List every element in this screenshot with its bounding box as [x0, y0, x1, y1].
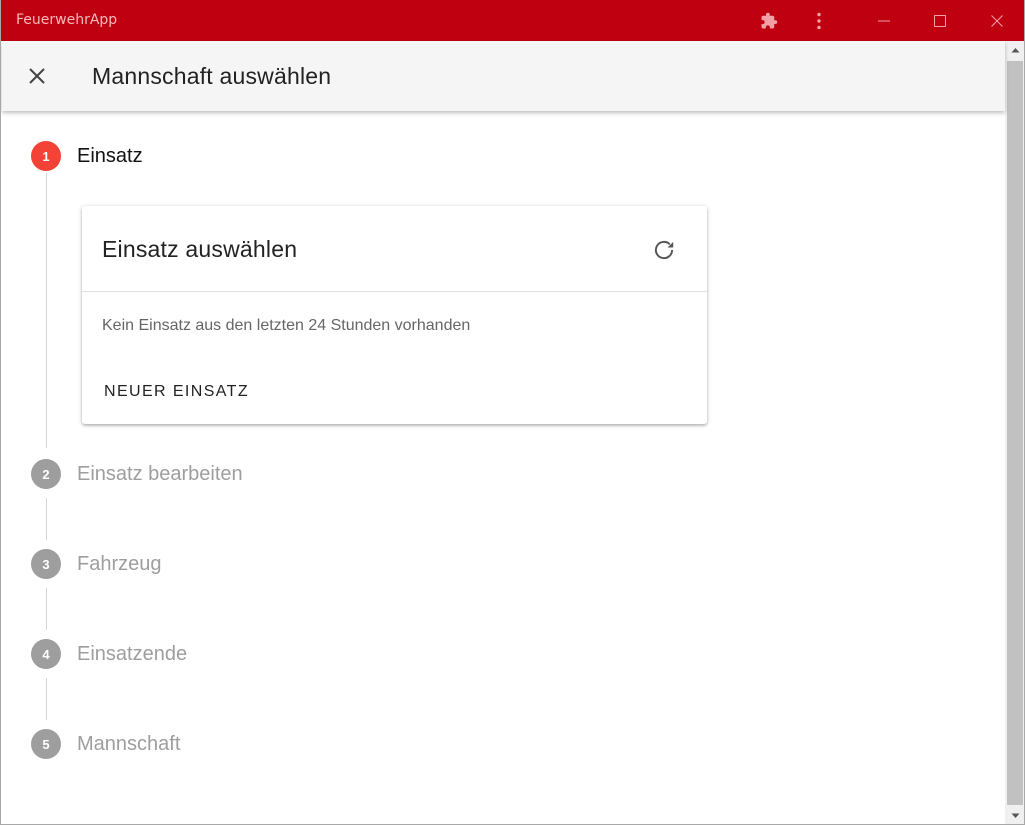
step-connector	[46, 498, 47, 540]
more-vertical-icon[interactable]	[811, 0, 827, 41]
step-einsatzende[interactable]: 4 Einsatzende	[31, 638, 187, 670]
step-number: 4	[31, 639, 61, 669]
card-divider	[82, 291, 707, 292]
step-number: 2	[31, 459, 61, 489]
scroll-down-icon[interactable]	[1005, 807, 1024, 824]
new-einsatz-button[interactable]: NEUER EINSATZ	[94, 374, 259, 410]
step-connector	[46, 588, 47, 630]
step-connector	[46, 678, 47, 720]
step-einsatz[interactable]: 1 Einsatz	[31, 140, 143, 172]
scroll-up-icon[interactable]	[1005, 41, 1024, 59]
einsatz-select-card: Einsatz auswählen Kein Einsatz aus den l…	[82, 206, 707, 424]
minimize-icon[interactable]	[867, 0, 901, 41]
window-title: FeuerwehrApp	[16, 12, 118, 28]
step-mannschaft[interactable]: 5 Mannschaft	[31, 728, 180, 760]
step-label: Einsatz	[77, 144, 143, 167]
step-label: Fahrzeug	[77, 552, 162, 575]
step-number: 3	[31, 549, 61, 579]
step-connector	[46, 173, 47, 448]
vertical-scrollbar[interactable]	[1005, 41, 1024, 824]
window-titlebar[interactable]: FeuerwehrApp	[1, 0, 1024, 41]
card-title: Einsatz auswählen	[102, 236, 298, 262]
puzzle-icon[interactable]	[757, 0, 781, 41]
step-label: Einsatzende	[77, 642, 188, 665]
refresh-icon	[654, 240, 674, 260]
refresh-button[interactable]	[648, 234, 680, 266]
step-number: 1	[31, 141, 61, 171]
step-einsatz-bearbeiten[interactable]: 2 Einsatz bearbeiten	[31, 458, 243, 490]
page-title: Mannschaft auswählen	[92, 63, 332, 89]
step-number: 5	[31, 729, 61, 759]
close-icon[interactable]	[980, 0, 1014, 41]
step-label: Einsatz bearbeiten	[77, 462, 243, 485]
scrollbar-thumb[interactable]	[1007, 61, 1023, 805]
maximize-icon[interactable]	[923, 0, 957, 41]
app-window: FeuerwehrApp Mannschaft auswählen 1 Eins…	[0, 0, 1025, 825]
step-fahrzeug[interactable]: 3 Fahrzeug	[31, 548, 162, 580]
close-dialog-button[interactable]	[22, 61, 52, 91]
app-header: Mannschaft auswählen	[2, 41, 1005, 111]
close-icon	[29, 68, 45, 84]
step-label: Mannschaft	[77, 732, 181, 755]
empty-state-text: Kein Einsatz aus den letzten 24 Stunden …	[102, 317, 471, 334]
